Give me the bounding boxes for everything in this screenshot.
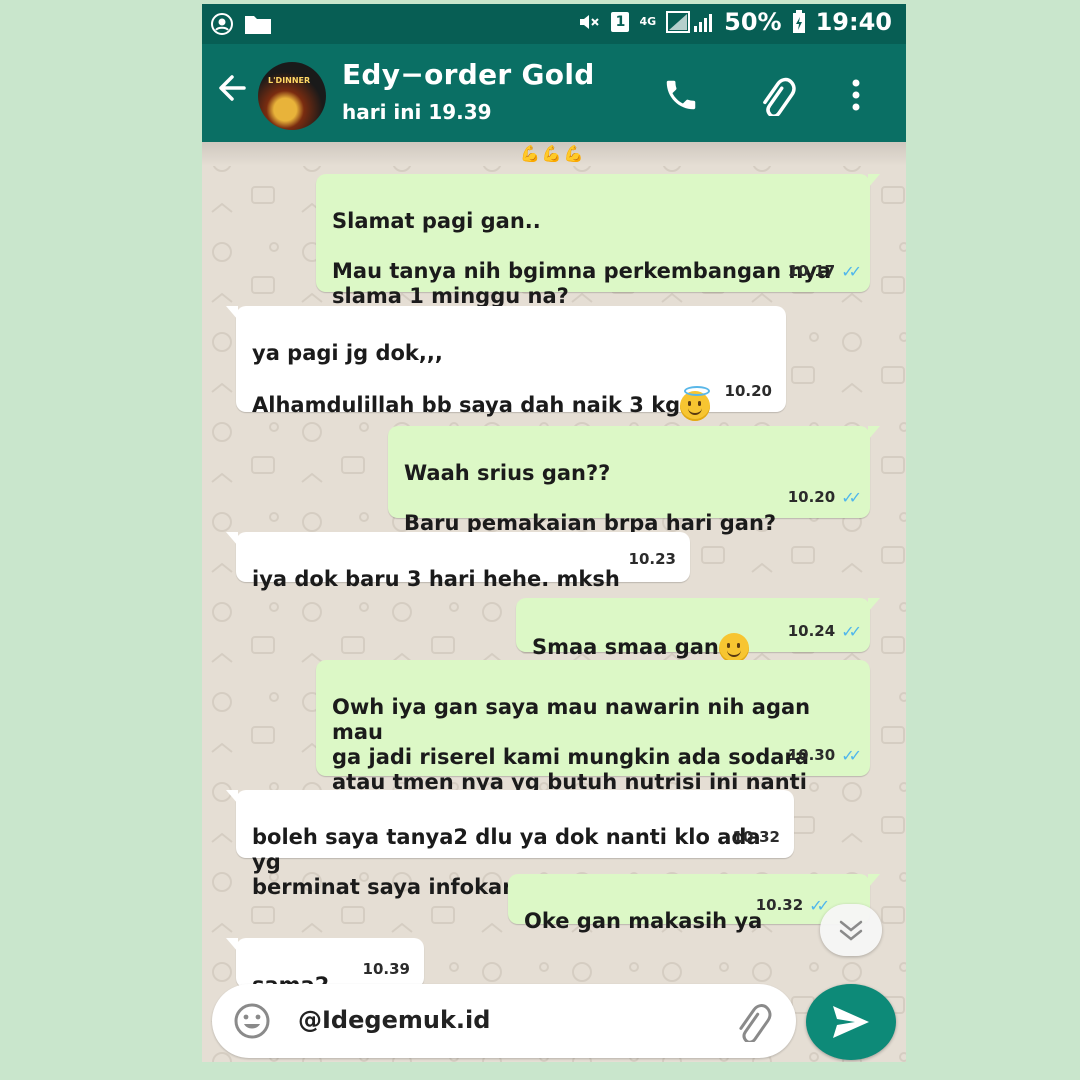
read-receipt-icon: ✓✓ bbox=[841, 488, 862, 507]
message-outgoing[interactable]: Waah srius gan?? Baru pemakaian brpa har… bbox=[388, 426, 880, 535]
message-meta: 10.32 bbox=[733, 825, 780, 850]
message-text: ya pagi jg dok,,, Alhamdulillah bb saya … bbox=[252, 341, 681, 417]
chat-header: L'DINNER Edy−order Gold hari ini 19.39 bbox=[202, 44, 906, 142]
clock: 19:40 bbox=[815, 8, 892, 36]
message-outgoing[interactable]: Oke gan makasih ya 10.32 ✓✓ bbox=[508, 874, 880, 933]
message-text: Oke gan makasih ya bbox=[524, 909, 763, 933]
message-meta: 10.20 ✓✓ bbox=[787, 485, 862, 510]
message-input-bar[interactable]: @Idegemuk.id bbox=[212, 984, 796, 1058]
message-outgoing[interactable]: Owh iya gan saya mau nawarin nih agan ma… bbox=[316, 660, 870, 844]
paperclip-icon[interactable] bbox=[732, 1002, 776, 1042]
last-seen: hari ini 19.39 bbox=[342, 100, 492, 124]
flexed-biceps-emoji-row: 💪💪💪 bbox=[520, 144, 586, 163]
message-time: 10.23 bbox=[628, 550, 676, 568]
sim-indicator: 1 bbox=[611, 12, 630, 32]
read-receipt-icon: ✓✓ bbox=[841, 262, 862, 281]
message-outgoing[interactable]: Slamat pagi gan.. Mau tanya nih bgimna p… bbox=[316, 174, 880, 308]
contact-name[interactable]: Edy−order Gold bbox=[342, 58, 595, 91]
send-button[interactable] bbox=[806, 984, 896, 1060]
paperclip-icon[interactable] bbox=[756, 76, 800, 116]
smiling-face-emoji bbox=[718, 633, 749, 663]
message-meta: 10.17 ✓✓ bbox=[787, 259, 862, 284]
message-time: 10.17 bbox=[787, 262, 836, 280]
network-type: 4G bbox=[639, 15, 657, 28]
status-left-icons bbox=[210, 12, 272, 36]
message-time: 10.30 bbox=[787, 746, 836, 764]
message-text: Waah srius gan?? Baru pemakaian brpa har… bbox=[404, 461, 777, 535]
message-text: iya dok baru 3 hari hehe. mksh bbox=[252, 567, 620, 591]
status-bar: 1 4G 50% 19:40 bbox=[202, 4, 906, 44]
avatar-label: L'DINNER bbox=[268, 76, 311, 85]
emoji-icon[interactable] bbox=[232, 1001, 272, 1041]
phone-icon[interactable] bbox=[662, 76, 700, 114]
read-receipt-icon: ✓✓ bbox=[841, 622, 862, 641]
more-vert-icon[interactable] bbox=[848, 76, 864, 114]
message-meta: 10.24 ✓✓ bbox=[787, 619, 862, 644]
message-time: 10.32 bbox=[755, 896, 804, 914]
arrow-back-icon[interactable] bbox=[214, 70, 250, 106]
message-meta: 10.20 bbox=[725, 379, 772, 404]
message-incoming[interactable]: iya dok baru 3 hari hehe. mksh 10.23 bbox=[226, 532, 690, 591]
message-input-field[interactable]: @Idegemuk.id bbox=[298, 1006, 490, 1034]
message-outgoing[interactable]: Smaa smaa gan 10.24 ✓✓ bbox=[516, 598, 880, 663]
whatsapp-chat-screen: 1 4G 50% 19:40 L'DINNER Edy−order Gold h… bbox=[202, 4, 906, 1062]
message-incoming[interactable]: boleh saya tanya2 dlu ya dok nanti klo a… bbox=[226, 790, 794, 899]
message-meta: 10.32 ✓✓ bbox=[755, 893, 830, 918]
battery-charging-icon bbox=[792, 10, 805, 33]
message-meta: 10.39 bbox=[363, 957, 410, 982]
chevron-double-down-icon bbox=[839, 920, 863, 941]
message-text: Smaa smaa gan bbox=[532, 635, 719, 659]
message-time: 10.24 bbox=[787, 622, 836, 640]
message-time: 10.20 bbox=[787, 488, 836, 506]
message-meta: 10.23 bbox=[629, 547, 676, 572]
send-icon bbox=[833, 1006, 869, 1038]
read-receipt-icon: ✓✓ bbox=[841, 746, 862, 765]
scroll-to-bottom-button[interactable] bbox=[820, 904, 882, 956]
message-time: 10.20 bbox=[724, 382, 772, 400]
signal-icon bbox=[666, 11, 713, 33]
message-incoming[interactable]: sama2 10.39 bbox=[226, 938, 424, 997]
contact-avatar[interactable]: L'DINNER bbox=[258, 62, 326, 130]
status-right-icons: 1 4G 50% 19:40 bbox=[577, 8, 892, 36]
message-time: 10.39 bbox=[362, 960, 410, 978]
chat-area[interactable]: 💪💪💪 Slamat pagi gan.. Mau tanya nih bgim… bbox=[202, 142, 906, 1062]
message-time: 10.32 bbox=[732, 828, 780, 846]
mute-icon bbox=[580, 15, 600, 29]
folder-icon bbox=[245, 16, 271, 34]
account-icon bbox=[211, 13, 233, 35]
smiling-face-with-halo-emoji bbox=[680, 386, 711, 421]
message-meta: 10.30 ✓✓ bbox=[787, 743, 862, 768]
battery-percent: 50% bbox=[724, 8, 782, 36]
message-incoming[interactable]: ya pagi jg dok,,, Alhamdulillah bb saya … bbox=[226, 306, 786, 421]
